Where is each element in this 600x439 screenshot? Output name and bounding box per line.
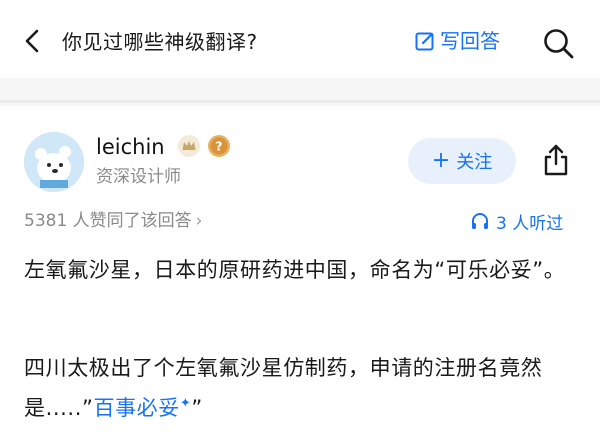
paragraph-2-end: ” (191, 396, 203, 420)
svg-text:?: ? (216, 140, 223, 154)
divider-line (0, 100, 600, 103)
crown-badge-icon[interactable] (177, 134, 201, 158)
search-icon[interactable] (541, 26, 575, 60)
question-badge-icon[interactable]: ? (207, 134, 231, 158)
brand-link[interactable]: 百事必妥 (93, 396, 179, 420)
listen-count-text: 3 人听过 (496, 213, 564, 234)
follow-label: 关注 (456, 152, 493, 173)
vote-count-text: 5381 人赞同了该回答 (24, 211, 192, 231)
edit-icon (415, 32, 434, 51)
back-arrow-icon[interactable] (22, 28, 44, 54)
avatar[interactable] (24, 132, 84, 192)
top-bar: 你见过哪些神级翻译? 写回答 (0, 0, 600, 78)
follow-button[interactable]: + 关注 (408, 138, 516, 184)
chevron-right-icon: › (195, 211, 203, 231)
headphone-icon (472, 213, 488, 229)
listen-count[interactable]: 3 人听过 (470, 208, 563, 234)
sparkle-icon: ✦ (179, 396, 192, 411)
question-title[interactable]: 你见过哪些神级翻译? (62, 28, 258, 56)
avatar-bear (24, 132, 84, 192)
author-name[interactable]: leichin (96, 133, 165, 161)
answer-paragraph-2: 四川太极出了个左氧氟沙星仿制药，申请的注册名竟然是.....”百事必妥✦” (24, 350, 584, 426)
vote-count[interactable]: 5381 人赞同了该回答 › (24, 209, 202, 233)
author-title: 资深设计师 (96, 167, 181, 187)
follow-plus: + (431, 148, 451, 173)
write-answer-label: 写回答 (440, 29, 500, 53)
write-answer-button[interactable]: 写回答 (414, 27, 500, 55)
answer-paragraph-1: 左氧氟沙星，日本的原研药进中国，命名为“可乐必妥”。 (24, 258, 566, 282)
share-icon[interactable] (541, 143, 571, 177)
